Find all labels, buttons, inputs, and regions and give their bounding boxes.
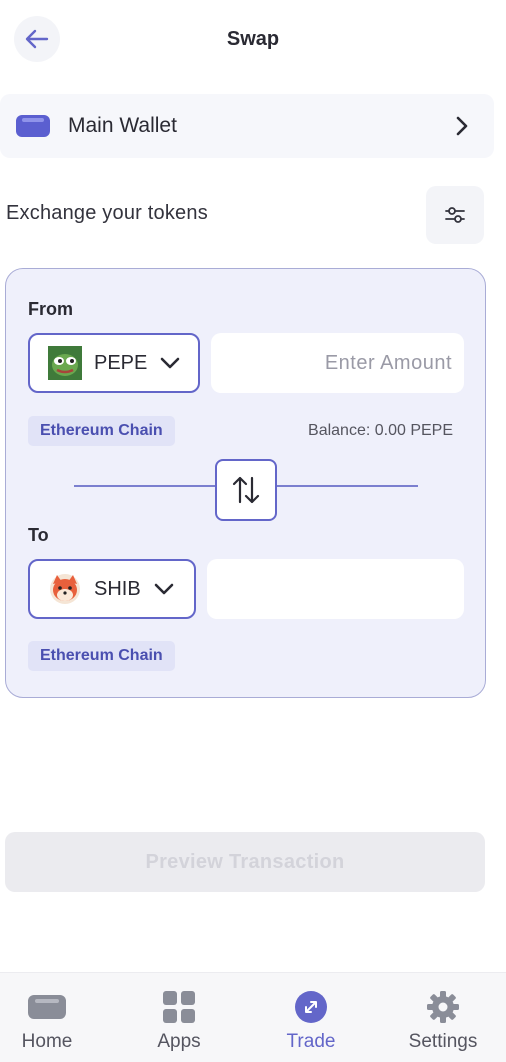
nav-label-settings: Settings: [408, 1031, 478, 1052]
pepe-token-icon: [48, 346, 82, 380]
to-chain-badge: Ethereum Chain: [28, 641, 175, 671]
trade-arrows-icon: [291, 989, 331, 1025]
nav-label-trade: Trade: [286, 1031, 336, 1052]
swap-direction-button[interactable]: [215, 459, 277, 521]
from-token-symbol: PEPE: [94, 351, 148, 374]
swap-settings-button[interactable]: [426, 186, 484, 244]
to-token-symbol: SHIB: [94, 577, 141, 600]
wallet-name: Main Wallet: [68, 114, 177, 137]
swap-card: From PEPE Ethereum C: [5, 268, 486, 698]
swap-screen: Swap Main Wallet Exchange your tokens Fr…: [0, 0, 506, 1062]
from-token-select[interactable]: PEPE: [28, 333, 200, 393]
nav-item-apps[interactable]: Apps: [124, 973, 234, 1062]
from-amount-input[interactable]: [211, 333, 464, 393]
nav-label-apps: Apps: [157, 1031, 201, 1052]
nav-item-settings[interactable]: Settings: [388, 973, 498, 1062]
grid-icon: [159, 989, 199, 1025]
page-title: Swap: [226, 28, 280, 50]
chevron-right-icon: [450, 114, 474, 138]
from-label: From: [28, 299, 73, 319]
from-chain-badge: Ethereum Chain: [28, 416, 175, 446]
swap-divider-left: [74, 485, 216, 487]
bottom-navigation: Home Apps Trade Settings: [0, 972, 506, 1062]
exchange-heading: Exchange your tokens: [6, 202, 208, 224]
to-amount-output[interactable]: [207, 559, 464, 619]
shib-token-icon: [48, 572, 82, 606]
chevron-down-icon: [153, 578, 175, 600]
chevron-down-icon: [159, 352, 181, 374]
gear-icon: [423, 989, 463, 1025]
wallet-icon: [27, 989, 67, 1025]
nav-label-home: Home: [21, 1031, 73, 1052]
preview-transaction-button[interactable]: Preview Transaction: [5, 832, 485, 892]
nav-item-trade[interactable]: Trade: [256, 973, 366, 1062]
nav-item-home[interactable]: Home: [0, 973, 102, 1062]
sliders-icon: [445, 207, 465, 223]
wallet-selector[interactable]: Main Wallet: [0, 94, 494, 158]
swap-divider-right: [276, 485, 418, 487]
to-label: To: [28, 525, 49, 545]
from-balance: Balance: 0.00 PEPE: [308, 422, 453, 439]
swap-arrows-icon: [232, 476, 260, 504]
wallet-icon: [16, 115, 50, 137]
to-token-select[interactable]: SHIB: [28, 559, 196, 619]
